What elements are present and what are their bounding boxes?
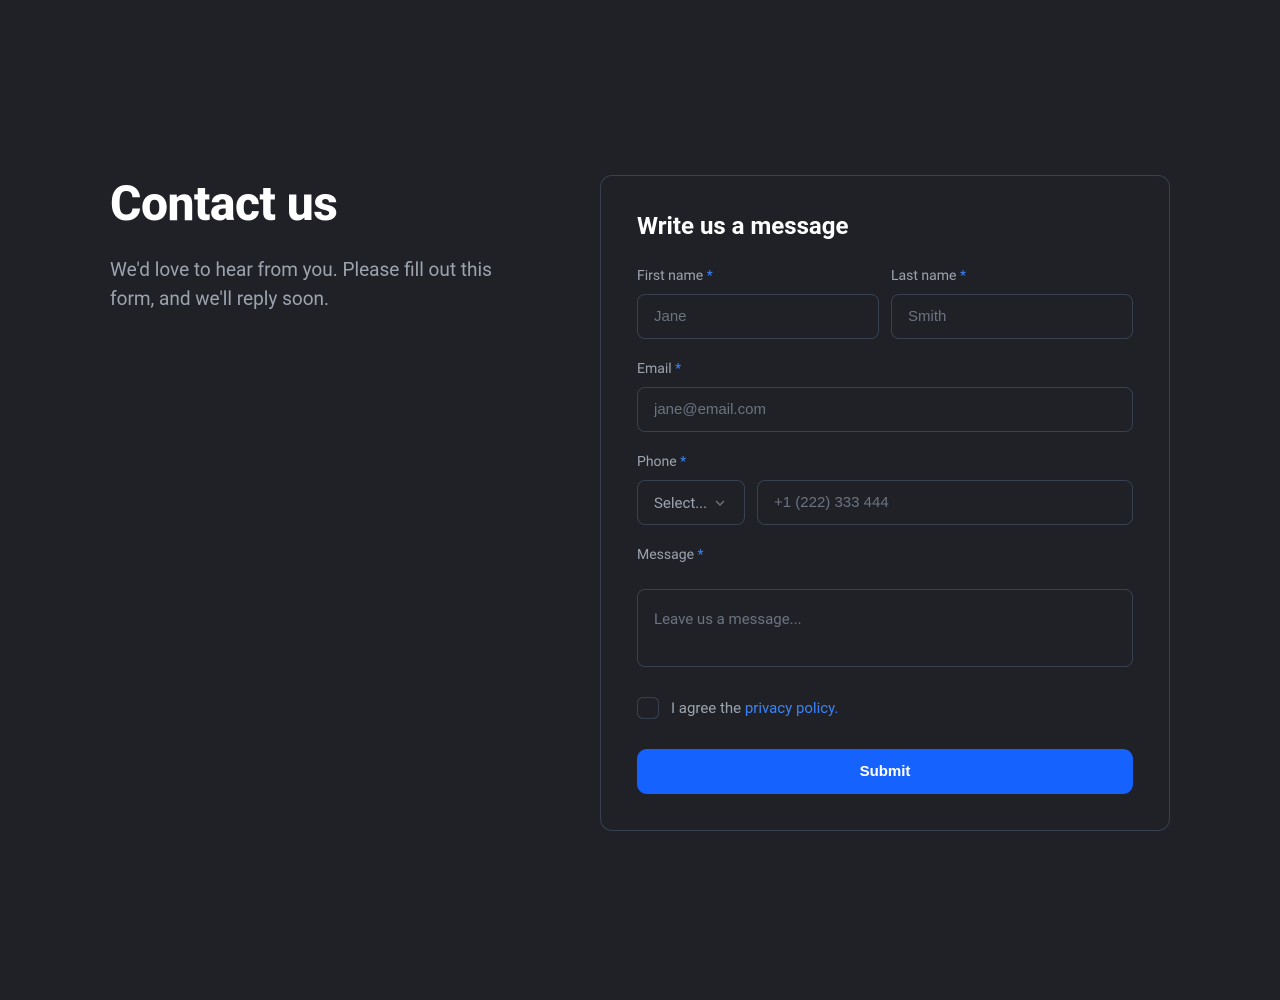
required-marker: * — [675, 361, 681, 377]
required-marker: * — [707, 268, 713, 284]
privacy-checkbox[interactable] — [637, 697, 659, 719]
chevron-down-icon — [712, 495, 728, 511]
required-marker: * — [680, 454, 686, 470]
message-textarea[interactable] — [637, 589, 1133, 667]
page-subtitle: We'd love to hear from you. Please fill … — [110, 256, 540, 313]
last-name-label: Last name * — [891, 268, 1133, 284]
phone-select-value: Select... — [654, 494, 707, 512]
message-label: Message * — [637, 547, 1133, 563]
phone-label: Phone * — [637, 454, 1133, 470]
last-name-input[interactable] — [891, 294, 1133, 339]
email-input[interactable] — [637, 387, 1133, 432]
email-label: Email * — [637, 361, 1133, 377]
privacy-policy-link[interactable]: privacy policy. — [745, 699, 839, 717]
contact-form-card: Write us a message First name * Last nam… — [600, 175, 1170, 831]
phone-country-select[interactable]: Select... — [637, 480, 745, 525]
required-marker: * — [697, 547, 703, 563]
required-marker: * — [960, 268, 966, 284]
phone-input[interactable] — [757, 480, 1133, 525]
page-title: Contact us — [110, 175, 540, 232]
form-title: Write us a message — [637, 212, 1133, 240]
privacy-agreement-label: I agree the privacy policy. — [671, 699, 838, 717]
first-name-label: First name * — [637, 268, 879, 284]
submit-button[interactable]: Submit — [637, 749, 1133, 794]
first-name-input[interactable] — [637, 294, 879, 339]
